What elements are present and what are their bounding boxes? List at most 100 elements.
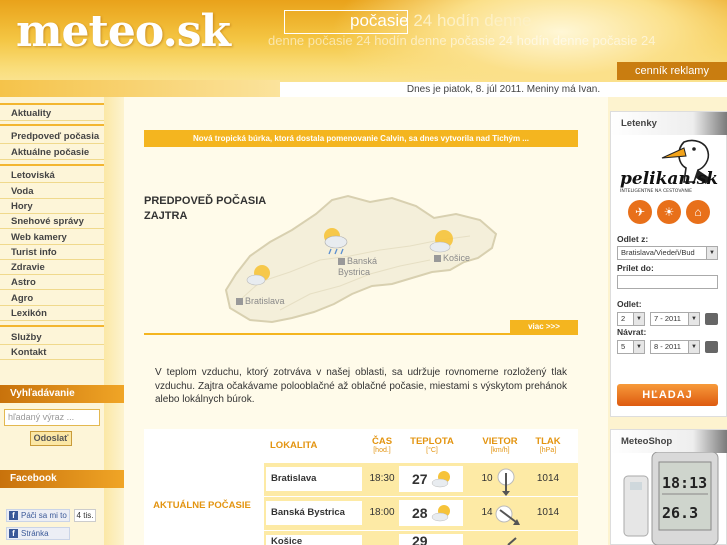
odlet-z-label: Odlet z: — [617, 234, 649, 244]
row-city[interactable]: Bratislava — [266, 467, 362, 491]
col-cas-label: ČAS — [371, 436, 393, 447]
partly-cloudy-icon — [431, 471, 450, 488]
facebook-page-label: Stránka — [21, 529, 49, 538]
nav-item-aktuality[interactable]: Aktuality — [0, 106, 104, 121]
odlet-month-value: 7 - 2011 — [654, 314, 681, 323]
current-weather-label: AKTUÁLNE POČASIE — [153, 500, 251, 511]
row-wind: 14 — [481, 507, 493, 518]
chevron-down-icon: ▼ — [633, 313, 644, 325]
city-marker — [434, 255, 441, 263]
map-city-banska-bystrica[interactable]: Banská Bystrica — [338, 256, 390, 278]
chevron-down-icon: ▼ — [706, 247, 717, 259]
map-city-kosice[interactable]: Košice — [434, 253, 470, 264]
slogan-weather: počasie — [350, 11, 409, 30]
nav-separator — [0, 164, 104, 166]
nav-item-voda[interactable]: Voda — [0, 184, 104, 199]
station-temp: 26.3 — [662, 504, 698, 522]
search-input[interactable]: hľadaný výraz ... — [4, 409, 100, 426]
calendar-icon[interactable] — [705, 313, 718, 325]
site-logo[interactable]: meteo.sk — [16, 6, 231, 57]
prilet-label: Prílet do: — [617, 263, 654, 273]
nav-item-web-kamery[interactable]: Web kamery — [0, 230, 104, 245]
chevron-down-icon: ▼ — [633, 341, 644, 353]
prilet-input[interactable] — [617, 275, 718, 289]
facebook-like-count: 4 tis. — [74, 509, 96, 522]
row-wind: 10 — [481, 473, 493, 484]
weather-station-image[interactable]: 18:13 26.3 — [622, 452, 720, 545]
row-pressure: 1014 — [536, 473, 560, 484]
col-teplota-label: TEPLOTA — [410, 436, 454, 447]
ad-pricing-link[interactable]: cenník reklamy — [617, 62, 727, 80]
pelikan-brand: pelikan.sk — [620, 169, 718, 189]
chevron-down-icon: ▼ — [688, 313, 699, 325]
partly-cloudy-icon — [429, 230, 453, 253]
city-label: Bratislava — [245, 296, 285, 306]
row-pressure: 1014 — [536, 507, 560, 518]
nav-item-kontakt[interactable]: Kontakt — [0, 345, 104, 360]
wind-direction-icon — [495, 505, 520, 525]
station-time: 18:13 — [662, 474, 707, 492]
facebook-icon: f — [9, 529, 18, 538]
col-vietor-label: VIETOR — [482, 436, 518, 447]
navrat-month-value: 8 - 2011 — [654, 342, 681, 351]
partly-cloudy-icon — [431, 505, 450, 522]
col-vietor-unit: [km/h] — [490, 447, 510, 454]
row-time: 18:30 — [369, 473, 395, 484]
partly-cloudy-icon — [246, 265, 270, 286]
row-city[interactable]: Košice — [266, 535, 362, 545]
col-cas-unit: [hod.] — [373, 447, 391, 454]
nav-item-zdravie[interactable]: Zdravie — [0, 260, 104, 275]
col-tlak-unit: [hPa] — [539, 447, 557, 454]
news-ticker[interactable]: Nová tropická búrka, ktorá dostala pomen… — [144, 130, 578, 147]
search-submit-button[interactable]: Odoslať — [30, 431, 72, 446]
nav-item-predpoved[interactable]: Predpoveď počasia — [0, 129, 104, 144]
row-city[interactable]: Banská Bystrica — [266, 501, 362, 525]
facebook-heading: Facebook — [0, 470, 124, 488]
navrat-month-select[interactable]: 8 - 2011 ▼ — [650, 340, 700, 354]
nav-item-agro[interactable]: Agro — [0, 291, 104, 306]
row-temp: 29 — [399, 534, 463, 545]
pelikan-logo[interactable]: pelikan.sk INTELIGENTNE NA CESTOVANIE — [614, 138, 722, 194]
col-tlak-label: TLAK — [535, 436, 561, 447]
nav-item-sluzby[interactable]: Služby — [0, 330, 104, 345]
date-namedays: Dnes je piatok, 8. júl 2011. Meniny má I… — [280, 82, 727, 97]
header: meteo.sk počasie 24 hodín denne denne po… — [0, 0, 727, 97]
calendar-icon[interactable] — [705, 341, 718, 353]
facebook-page-link[interactable]: f Stránka — [6, 527, 70, 540]
nav-item-astro[interactable]: Astro — [0, 275, 104, 290]
nav-item-turist-info[interactable]: Turist info — [0, 245, 104, 260]
odlet-label: Odlet: — [617, 299, 642, 309]
more-link[interactable]: viac >>> — [510, 320, 578, 334]
row-time: 18:00 — [369, 507, 395, 518]
city-marker — [338, 258, 345, 266]
holiday-icon[interactable]: ☀ — [657, 200, 681, 224]
odlet-day-value: 2 — [621, 314, 626, 323]
odlet-day-select[interactable]: 2 ▼ — [617, 312, 645, 326]
forecast-description: V teplom vzduchu, ktorý zotrváva v našej… — [155, 367, 567, 405]
navrat-day-select[interactable]: 5 ▼ — [617, 340, 645, 354]
slogan: počasie 24 hodín denne — [350, 11, 532, 31]
odlet-month-select[interactable]: 7 - 2011 ▼ — [650, 312, 700, 326]
header-bottom-stripe — [0, 80, 280, 97]
rain-storm-icon — [324, 228, 348, 255]
nav-item-snehove-spravy[interactable]: Snehové správy — [0, 214, 104, 229]
nav-item-letoviska[interactable]: Letoviská — [0, 168, 104, 183]
wind-direction-icon — [497, 468, 515, 496]
nav-item-aktualne-pocasie[interactable]: Aktuálne počasie — [0, 145, 104, 160]
col-cas: ČAS [hod.] — [364, 436, 400, 454]
flight-icon[interactable]: ✈ — [628, 200, 652, 224]
facebook-like-button[interactable]: f Páči sa mi to — [6, 509, 70, 522]
odlet-z-select[interactable]: Bratislava/Viedeň/Bud ▼ — [617, 246, 718, 260]
odlet-z-value: Bratislava/Viedeň/Bud — [621, 248, 695, 257]
hotel-icon[interactable]: ⌂ — [686, 200, 710, 224]
flight-search-button[interactable]: HĽADAJ — [617, 384, 718, 406]
col-teplota: TEPLOTA [°C] — [404, 436, 460, 454]
facebook-like-label: Páči sa mi to — [21, 511, 67, 520]
col-lokalita: LOKALITA — [270, 440, 318, 451]
city-marker — [236, 298, 243, 306]
map-city-bratislava[interactable]: Bratislava — [236, 296, 285, 307]
nav-item-hory[interactable]: Hory — [0, 199, 104, 214]
col-vietor: VIETOR [km/h] — [478, 436, 522, 454]
nav-item-lexikon[interactable]: Lexikón — [0, 306, 104, 321]
city-label: Košice — [443, 253, 471, 263]
